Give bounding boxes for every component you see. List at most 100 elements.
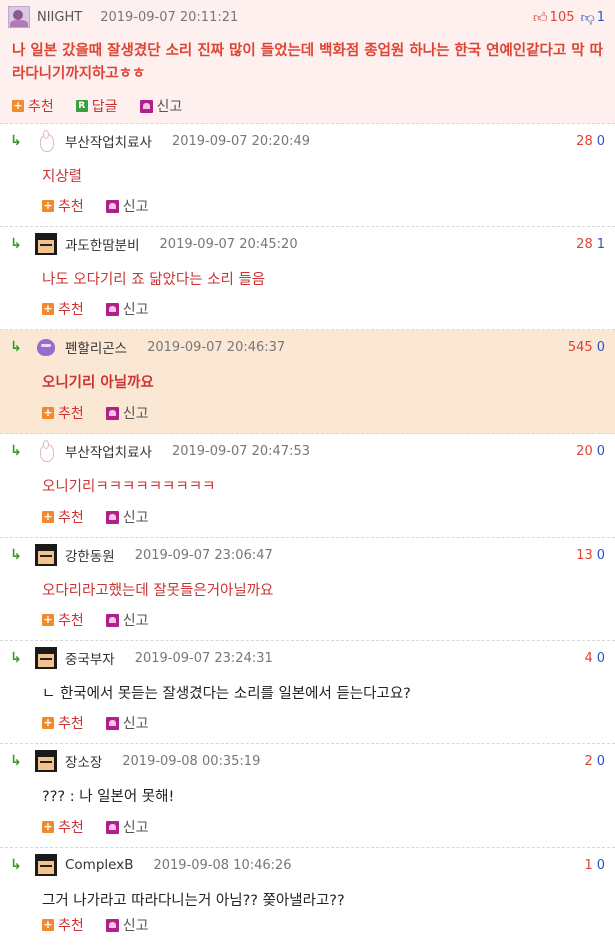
- report-label: 신고: [122, 406, 149, 422]
- pixel-face-icon[interactable]: [35, 544, 57, 566]
- report-button[interactable]: 신고: [139, 96, 183, 116]
- comment: ↳ 강한동원 2019-09-07 23:06:47 13 0 오다리라고했는데 잘못들은…: [0, 538, 615, 641]
- comment-date: 2019-09-07 23:06:47: [134, 547, 273, 563]
- comment: ↳ 장소장 2019-09-08 00:35:19 2 0 ??? : 나 일본어 못해!…: [0, 744, 615, 848]
- comment-author[interactable]: 강한동원: [65, 545, 115, 565]
- comment-down-count: 0: [596, 547, 605, 563]
- reply-arrow-icon: ↳: [10, 133, 22, 149]
- report-button[interactable]: 신고: [105, 507, 149, 527]
- report-button[interactable]: 신고: [105, 915, 149, 935]
- comment-header: ↳ 장소장 2019-09-08 00:35:19 2 0: [10, 750, 605, 772]
- comment-author[interactable]: 중국부자: [65, 648, 115, 668]
- comment-header: ↳ 중국부자 2019-09-07 23:24:31 4 0: [10, 647, 605, 669]
- report-label: 신고: [122, 510, 149, 526]
- report-label: 신고: [122, 820, 149, 836]
- recommend-label: 추천: [58, 199, 84, 215]
- post-header: NIIGHT 2019-09-07 20:11:21 👍︎ 105 👎︎ 1: [8, 6, 605, 28]
- comment-down-count: 0: [596, 650, 605, 666]
- report-label: 신고: [122, 302, 149, 318]
- reply-label: 답글: [91, 99, 118, 115]
- report-button[interactable]: 신고: [105, 713, 149, 733]
- thumb-up-icon[interactable]: 👍︎: [533, 9, 548, 26]
- comment-author[interactable]: ComplexB: [65, 857, 133, 873]
- comment: ↳ 중국부자 2019-09-07 23:24:31 4 0 ㄴ 한국에서 못듣는 잘생겼…: [0, 641, 615, 744]
- pixel-face-icon[interactable]: [35, 647, 57, 669]
- plus-icon: +: [42, 716, 54, 729]
- report-button[interactable]: 신고: [105, 299, 149, 319]
- recommend-label: 추천: [58, 302, 84, 318]
- post-date: 2019-09-07 20:11:21: [100, 9, 239, 25]
- siren-icon: [139, 99, 153, 113]
- bunny-icon[interactable]: [35, 130, 57, 152]
- recommend-label: 추천: [58, 613, 84, 629]
- comment: ↳ ComplexB 2019-09-08 10:46:26 1 0 그거 나가라고 따라…: [0, 848, 615, 945]
- siren-icon: [105, 918, 119, 932]
- reply-arrow-icon: ↳: [10, 753, 22, 769]
- pixel-face-icon[interactable]: [35, 854, 57, 876]
- recommend-button[interactable]: + 추천: [12, 96, 54, 116]
- comment: ↳ 과도한땀분비 2019-09-07 20:45:20 28 1 나도 오다기리 죠 닮…: [0, 227, 615, 330]
- comment-author[interactable]: 부산작업치료사: [65, 131, 152, 151]
- report-label: 신고: [122, 716, 149, 732]
- recommend-button[interactable]: + 추천: [42, 817, 84, 837]
- report-button[interactable]: 신고: [105, 196, 149, 216]
- comment-date: 2019-09-08 10:46:26: [153, 857, 292, 873]
- comment-date: 2019-09-08 00:35:19: [122, 753, 261, 769]
- pixel-face-icon[interactable]: [35, 750, 57, 772]
- down-count: 1: [596, 9, 605, 25]
- plus-icon: +: [42, 199, 54, 212]
- comment-author[interactable]: 장소장: [65, 751, 102, 771]
- recommend-button[interactable]: + 추천: [42, 507, 84, 527]
- comment-up-count: 2: [584, 753, 593, 769]
- recommend-button[interactable]: + 추천: [42, 299, 84, 319]
- purple-blob-icon[interactable]: [35, 336, 57, 358]
- comment-header: ↳ 과도한땀분비 2019-09-07 20:45:20 28 1: [10, 233, 605, 255]
- comment-author[interactable]: 펜할리곤스: [65, 337, 127, 357]
- comment-up-count: 28: [576, 133, 593, 149]
- siren-icon: [105, 199, 119, 213]
- report-button[interactable]: 신고: [105, 817, 149, 837]
- comment-list: ↳ 부산작업치료사 2019-09-07 20:20:49 28 0 지상렬 + 추천 신고 ↳ 과…: [0, 124, 615, 945]
- report-button[interactable]: 신고: [105, 403, 149, 423]
- siren-icon: [105, 406, 119, 420]
- comment-actions: + 추천 신고: [42, 403, 171, 423]
- comment-actions: + 추천 신고: [42, 610, 171, 630]
- comment-up-count: 1: [584, 857, 593, 873]
- recommend-button[interactable]: + 추천: [42, 713, 84, 733]
- plus-icon: +: [42, 820, 54, 833]
- comment-body: ??? : 나 일본어 못해!: [42, 789, 175, 805]
- siren-icon: [105, 613, 119, 627]
- plus-icon: +: [42, 406, 54, 419]
- comment-down-count: 0: [596, 753, 605, 769]
- recommend-button[interactable]: + 추천: [42, 915, 84, 935]
- report-label: 신고: [122, 918, 149, 934]
- reply-button[interactable]: R 답글: [75, 96, 118, 116]
- comment-body: 오니기리ㅋㅋㅋㅋㅋㅋㅋㅋㅋ: [42, 479, 216, 495]
- thumb-down-icon[interactable]: 👎︎: [581, 9, 595, 26]
- comment-body: 오다리라고했는데 잘못들은거아닐까요: [42, 583, 274, 599]
- comment-votes: 28 1: [576, 237, 605, 252]
- comment-votes: 10: [584, 858, 605, 873]
- post-author[interactable]: NIIGHT: [37, 10, 82, 25]
- bunny-icon[interactable]: [35, 440, 57, 462]
- reply-arrow-icon: ↳: [10, 650, 22, 666]
- reply-icon: R: [75, 100, 88, 112]
- comment: ↳ 부산작업치료사 2019-09-07 20:47:53 20 0 오니기리ㅋㅋㅋㅋㅋㅋ…: [0, 434, 615, 538]
- recommend-label: 추천: [28, 99, 54, 115]
- author-avatar[interactable]: [8, 6, 30, 28]
- comment-author[interactable]: 부산작업치료사: [65, 441, 152, 461]
- comment-header: ↳ ComplexB 2019-09-08 10:46:26 1 0: [10, 854, 605, 876]
- comment-down-count: 0: [596, 443, 605, 459]
- comment-author[interactable]: 과도한땀분비: [65, 234, 140, 254]
- recommend-button[interactable]: + 추천: [42, 403, 84, 423]
- report-label: 신고: [156, 99, 183, 115]
- comment-actions: + 추천 신고: [42, 507, 171, 527]
- report-button[interactable]: 신고: [105, 610, 149, 630]
- post: NIIGHT 2019-09-07 20:11:21 👍︎ 105 👎︎ 1 나…: [0, 0, 615, 124]
- report-label: 신고: [122, 613, 149, 629]
- comment-date: 2019-09-07 20:47:53: [171, 443, 311, 459]
- pixel-face-icon[interactable]: [35, 233, 57, 255]
- comment-date: 2019-09-07 20:45:20: [159, 236, 298, 252]
- recommend-button[interactable]: + 추천: [42, 610, 84, 630]
- recommend-button[interactable]: + 추천: [42, 196, 84, 216]
